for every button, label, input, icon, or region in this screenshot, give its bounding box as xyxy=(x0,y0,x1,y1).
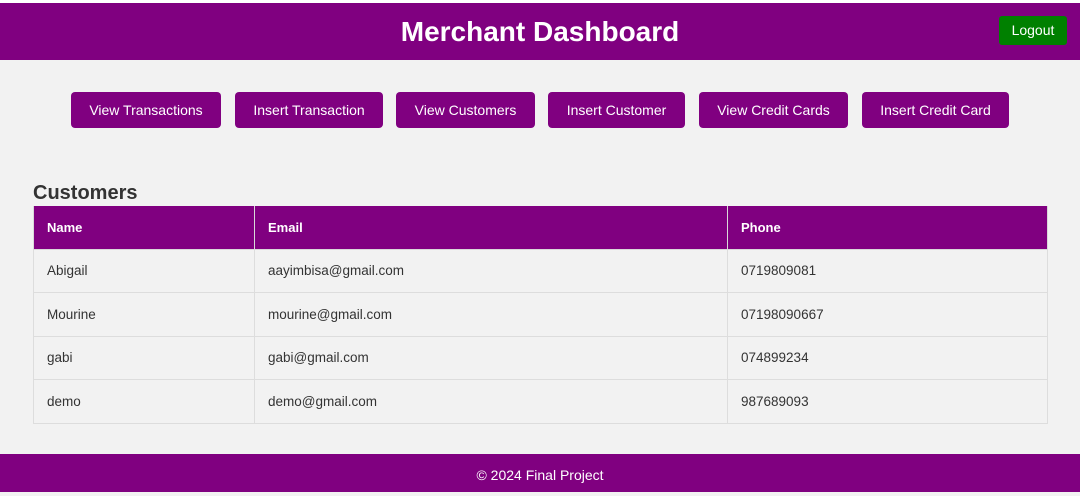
insert-credit-card-button[interactable]: Insert Credit Card xyxy=(862,92,1009,128)
view-credit-cards-button[interactable]: View Credit Cards xyxy=(699,92,848,128)
cell-name: Mourine xyxy=(33,292,255,337)
page-title: Merchant Dashboard xyxy=(400,16,680,47)
action-toolbar: View Transactions Insert Transaction Vie… xyxy=(0,92,1080,128)
column-header-email: Email xyxy=(254,206,728,250)
cell-email: aayimbisa@gmail.com xyxy=(254,248,728,293)
insert-transaction-button[interactable]: Insert Transaction xyxy=(235,92,383,128)
view-transactions-button[interactable]: View Transactions xyxy=(71,92,221,128)
customers-section-title: Customers xyxy=(33,182,138,204)
table-row: Mourine mourine@gmail.com 07198090667 xyxy=(33,292,1048,337)
cell-email: mourine@gmail.com xyxy=(254,292,728,337)
insert-customer-button[interactable]: Insert Customer xyxy=(548,92,685,128)
customers-table: Name Email Phone Abigail aayimbisa@gmail… xyxy=(33,206,1048,424)
page-header: Merchant Dashboard Logout xyxy=(0,3,1080,60)
cell-name: demo xyxy=(33,379,255,424)
cell-phone: 0719809081 xyxy=(727,248,1048,293)
cell-phone: 987689093 xyxy=(727,379,1048,424)
column-header-name: Name xyxy=(33,206,255,250)
table-row: Abigail aayimbisa@gmail.com 0719809081 xyxy=(33,248,1048,293)
cell-name: Abigail xyxy=(33,248,255,293)
cell-phone: 074899234 xyxy=(727,335,1048,380)
column-header-phone: Phone xyxy=(727,206,1048,250)
view-customers-button[interactable]: View Customers xyxy=(396,92,535,128)
logout-button[interactable]: Logout xyxy=(999,16,1067,45)
table-header-row: Name Email Phone xyxy=(33,206,1048,250)
cell-name: gabi xyxy=(33,335,255,380)
cell-email: demo@gmail.com xyxy=(254,379,728,424)
table-row: demo demo@gmail.com 987689093 xyxy=(33,379,1048,424)
footer-copyright: © 2024 Final Project xyxy=(476,467,604,483)
cell-email: gabi@gmail.com xyxy=(254,335,728,380)
cell-phone: 07198090667 xyxy=(727,292,1048,337)
page-footer: © 2024 Final Project xyxy=(0,454,1080,492)
table-row: gabi gabi@gmail.com 074899234 xyxy=(33,335,1048,380)
